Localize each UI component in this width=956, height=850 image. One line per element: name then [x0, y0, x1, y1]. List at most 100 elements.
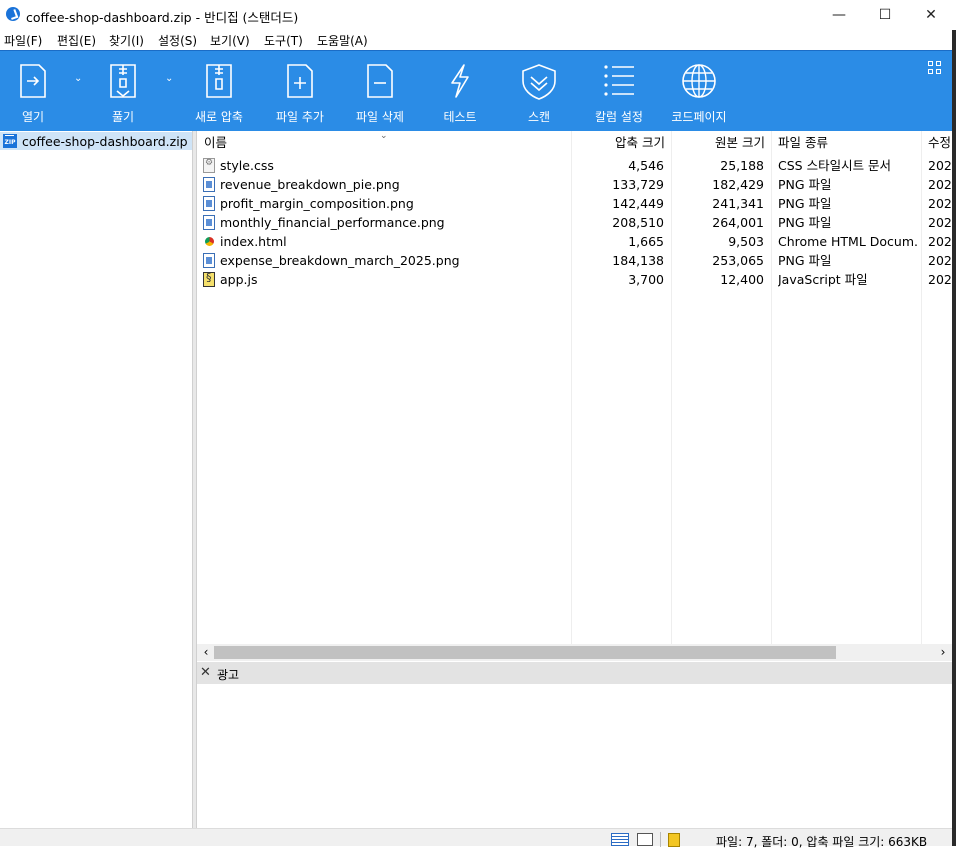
- status-divider: [660, 832, 661, 847]
- open-button[interactable]: 열기: [4, 51, 62, 131]
- file-original-size: 12,400: [720, 272, 764, 287]
- css-file-icon: [203, 158, 215, 173]
- file-original-size: 264,001: [712, 215, 764, 230]
- menu-tools[interactable]: 도구(T): [264, 32, 303, 49]
- ad-label: 광고: [217, 668, 240, 682]
- menu-edit[interactable]: 편집(E): [57, 32, 96, 49]
- file-name: profit_margin_composition.png: [220, 196, 414, 211]
- file-original-size: 25,188: [720, 158, 764, 173]
- new-archive-icon: [206, 64, 232, 98]
- png-file-icon: [203, 253, 215, 268]
- horizontal-scrollbar[interactable]: ‹ ›: [197, 644, 952, 661]
- file-row[interactable]: style.css 4,546 25,188 CSS 스타일시트 문서 2025: [197, 156, 952, 175]
- file-compressed-size: 208,510: [612, 215, 664, 230]
- maximize-button[interactable]: ☐: [862, 0, 908, 30]
- tree-item-archive-root[interactable]: ZIP coffee-shop-dashboard.zip: [0, 132, 192, 150]
- add-files-button[interactable]: 파일 추가: [270, 51, 330, 131]
- png-file-icon: [203, 177, 215, 192]
- codepage-button[interactable]: 코드페이지: [666, 51, 732, 131]
- file-name: style.css: [220, 158, 274, 173]
- extract-label: 풀기: [111, 110, 135, 124]
- menu-settings[interactable]: 설정(S): [158, 32, 197, 49]
- file-type: Chrome HTML Docum...: [778, 234, 918, 249]
- open-icon: [20, 64, 46, 98]
- file-list: 이름 ⌄ 압축 크기 원본 크기 파일 종류 수정 style.css 4,54…: [197, 131, 952, 644]
- preview-view-icon[interactable]: [637, 833, 653, 846]
- file-row[interactable]: monthly_financial_performance.png 208,51…: [197, 213, 952, 232]
- close-button[interactable]: ✕: [908, 0, 954, 30]
- tree-item-label: coffee-shop-dashboard.zip: [22, 134, 188, 149]
- lightning-icon: [451, 64, 469, 98]
- column-settings-label: 칼럼 설정: [595, 110, 643, 124]
- scroll-right-icon[interactable]: ›: [936, 644, 950, 661]
- delete-files-label: 파일 삭제: [356, 110, 404, 124]
- ad-header: ✕ 광고: [197, 662, 952, 684]
- file-original-size: 182,429: [712, 177, 764, 192]
- delete-files-button[interactable]: 파일 삭제: [350, 51, 410, 131]
- column-header-type[interactable]: 파일 종류: [778, 131, 828, 155]
- list-columns-icon: [604, 65, 634, 96]
- new-archive-label: 새로 압축: [195, 110, 243, 124]
- column-header-original[interactable]: 원본 크기: [675, 131, 765, 155]
- menu-view[interactable]: 보기(V): [210, 32, 250, 49]
- details-view-icon[interactable]: [611, 833, 629, 846]
- minimize-button[interactable]: —: [816, 0, 862, 30]
- open-dropdown-icon[interactable]: ⌄: [74, 73, 82, 84]
- scan-label: 스캔: [527, 110, 551, 124]
- file-name: index.html: [220, 234, 287, 249]
- file-row[interactable]: revenue_breakdown_pie.png 133,729 182,42…: [197, 175, 952, 194]
- file-type: CSS 스타일시트 문서: [778, 158, 892, 173]
- png-file-icon: [203, 196, 215, 211]
- new-archive-button[interactable]: 새로 압축: [190, 51, 248, 131]
- test-button[interactable]: 테스트: [432, 51, 488, 131]
- title-bar: coffee-shop-dashboard.zip - 반디집 (스탠더드) —…: [0, 0, 956, 30]
- extract-dropdown-icon[interactable]: ⌄: [165, 73, 173, 84]
- menu-find[interactable]: 찾기(I): [109, 32, 144, 49]
- file-compressed-size: 4,546: [628, 158, 664, 173]
- zip-archive-icon: ZIP: [3, 134, 17, 148]
- column-settings-button[interactable]: 칼럼 설정: [588, 51, 650, 131]
- menu-help[interactable]: 도움말(A): [317, 32, 368, 49]
- bandizip-app-icon[interactable]: [6, 7, 20, 21]
- globe-icon: [682, 64, 716, 98]
- file-type: PNG 파일: [778, 253, 832, 268]
- scrollbar-thumb[interactable]: [214, 646, 836, 659]
- file-type: PNG 파일: [778, 196, 832, 211]
- add-files-label: 파일 추가: [276, 110, 324, 124]
- file-modified: 2025: [928, 158, 952, 173]
- column-header-modified[interactable]: 수정: [928, 131, 951, 155]
- ad-close-icon[interactable]: ✕: [200, 665, 211, 680]
- layout-grid-icon[interactable]: [928, 61, 942, 75]
- file-original-size: 253,065: [712, 253, 764, 268]
- file-name: revenue_breakdown_pie.png: [220, 177, 400, 192]
- file-compressed-size: 133,729: [612, 177, 664, 192]
- status-bar: 파일: 7, 폴더: 0, 압축 파일 크기: 663KB: [0, 828, 952, 849]
- test-label: 테스트: [443, 110, 477, 124]
- file-row[interactable]: index.html 1,665 9,503 Chrome HTML Docum…: [197, 232, 952, 251]
- extract-icon: [110, 64, 136, 98]
- file-modified: 2025: [928, 234, 952, 249]
- chrome-html-icon: [205, 237, 214, 246]
- file-modified: 2025: [928, 253, 952, 268]
- file-name: monthly_financial_performance.png: [220, 215, 445, 230]
- file-modified: 2025: [928, 215, 952, 230]
- column-header-name[interactable]: 이름: [204, 131, 227, 155]
- add-file-icon: [287, 64, 313, 98]
- delete-file-icon: [367, 64, 393, 98]
- file-compressed-size: 142,449: [612, 196, 664, 211]
- scroll-left-icon[interactable]: ‹: [199, 644, 213, 661]
- window-edge: [952, 30, 956, 846]
- column-header-compressed[interactable]: 압축 크기: [575, 131, 665, 155]
- file-row[interactable]: app.js 3,700 12,400 JavaScript 파일 2025: [197, 270, 952, 289]
- menu-file[interactable]: 파일(F): [4, 32, 42, 49]
- folder-tree: ZIP coffee-shop-dashboard.zip: [0, 131, 192, 828]
- menu-bar: 파일(F) 편집(E) 찾기(I) 설정(S) 보기(V) 도구(T) 도움말(…: [0, 30, 956, 50]
- file-compressed-size: 1,665: [628, 234, 664, 249]
- file-row[interactable]: expense_breakdown_march_2025.png 184,138…: [197, 251, 952, 270]
- scan-button[interactable]: 스캔: [510, 51, 568, 131]
- codepage-label: 코드페이지: [671, 110, 727, 124]
- toolbar: 열기 ⌄ 풀기 ⌄ 새로 압축 파일 추가 파일 삭제 테스트 스캔 칼럼 설정…: [0, 50, 952, 131]
- extract-button[interactable]: 풀기: [94, 51, 152, 131]
- file-row[interactable]: profit_margin_composition.png 142,449 24…: [197, 194, 952, 213]
- file-type: JavaScript 파일: [778, 272, 868, 287]
